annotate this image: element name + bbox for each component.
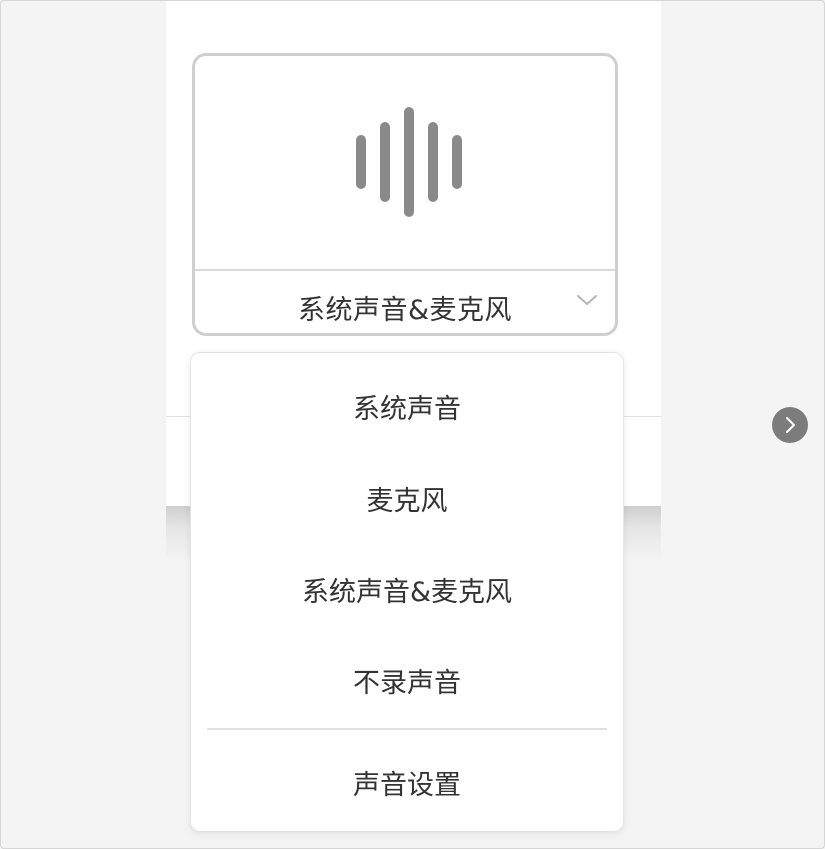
audio-source-select[interactable]: 系统声音&麦克风	[195, 271, 615, 333]
audio-source-selected-label: 系统声音&麦克风	[297, 295, 513, 326]
chevron-right-icon	[786, 417, 795, 433]
audio-preview-area	[195, 56, 615, 269]
menu-item-no-sound[interactable]: 不录声音	[191, 654, 623, 714]
window-frame: 系统声音&麦克风 系统声音 麦克风 系统声音&麦克风 不录声音 声音设置	[0, 0, 825, 849]
audio-source-menu: 系统声音 麦克风 系统声音&麦克风 不录声音 声音设置	[190, 352, 624, 832]
sound-wave-icon	[356, 107, 462, 217]
menu-item-sound-settings[interactable]: 声音设置	[191, 756, 623, 816]
next-button[interactable]	[772, 407, 808, 443]
menu-divider	[207, 728, 607, 730]
menu-item-microphone[interactable]: 麦克风	[191, 472, 623, 532]
menu-item-system-sound[interactable]: 系统声音	[191, 380, 623, 440]
menu-item-system-and-microphone[interactable]: 系统声音&麦克风	[191, 563, 623, 623]
audio-source-card[interactable]: 系统声音&麦克风	[192, 53, 618, 336]
chevron-down-icon[interactable]	[576, 293, 598, 307]
